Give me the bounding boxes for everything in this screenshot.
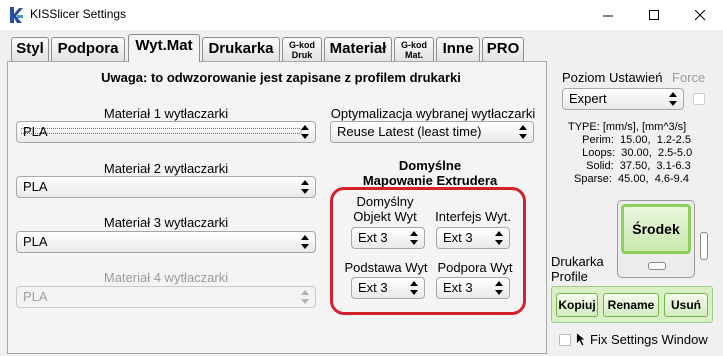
settings-level-label: Poziom Ustawień: [562, 70, 663, 85]
tab-gcode-druk[interactable]: G-kod Druk: [282, 37, 322, 61]
settings-level-value: Expert: [569, 91, 607, 106]
optimization-value: Reuse Latest (least time): [337, 124, 482, 139]
extruder3-value: PLA: [23, 234, 48, 249]
updown-arrows-icon: [410, 281, 418, 295]
extruder4-label: Materiał 4 wytłaczarki: [103, 270, 229, 285]
updown-arrows-icon: [669, 92, 677, 106]
extruder3-label: Materiał 3 wytłaczarki: [103, 215, 229, 230]
copy-button[interactable]: Kopiuj: [556, 293, 598, 317]
base-extruder-select[interactable]: Ext 3: [351, 277, 425, 299]
force-checkbox[interactable]: [693, 93, 705, 105]
tab-label: Drukarka: [208, 40, 274, 57]
support-extruder-value: Ext 3: [443, 280, 473, 295]
tab-inne[interactable]: Inne: [436, 37, 480, 61]
updown-arrows-icon: [410, 231, 418, 245]
extruder4-select: PLA: [16, 286, 316, 308]
tab-label: Styl: [16, 40, 44, 57]
object-extruder-select[interactable]: Ext 3: [351, 227, 425, 249]
base-extruder-label: Podstawa Wyt: [344, 260, 428, 275]
updown-arrows-icon: [301, 125, 309, 139]
tab-label: Inne: [442, 40, 474, 57]
tab-label-line2: Mat.: [405, 50, 423, 60]
tab-label-line2: Druk: [291, 50, 313, 60]
object-extruder-value: Ext 3: [358, 230, 388, 245]
stats-line: TYPE: [mm/s], [mm^3/s]: [568, 121, 687, 133]
tab-label: Materiał: [329, 40, 387, 57]
tab-styl[interactable]: Styl: [11, 37, 49, 61]
updown-arrows-icon: [495, 231, 503, 245]
extruder1-select[interactable]: PLA: [16, 121, 316, 143]
tab-drukarka[interactable]: Drukarka: [202, 37, 280, 61]
extruder2-value: PLA: [23, 179, 48, 194]
tab-label: Wyt.Mat: [135, 37, 193, 54]
force-label: Force: [672, 70, 706, 85]
interface-extruder-value: Ext 3: [443, 230, 473, 245]
tab-gcode-mat[interactable]: G-kod Mat.: [394, 37, 434, 61]
stats-line: Loops: 30.00, 2.5-5.0: [576, 147, 693, 159]
updown-arrows-icon: [495, 281, 503, 295]
updown-arrows-icon: [519, 125, 527, 139]
fix-settings-label: Fix Settings Window: [590, 332, 708, 347]
extruder1-value: PLA: [23, 124, 48, 139]
base-extruder-value: Ext 3: [358, 280, 388, 295]
mapping-title-line1: Domyślne: [398, 158, 462, 173]
stats-line: Perim: 15.00, 1.2-2.5: [576, 134, 691, 146]
tab-label-line1: G-kod: [289, 40, 315, 50]
profile-label-line2: Profile: [551, 269, 588, 284]
tab-material[interactable]: Materiał: [324, 37, 392, 61]
tab-label-line1: G-kod: [401, 40, 427, 50]
tab-wyt-mat[interactable]: Wyt.Mat: [128, 34, 200, 62]
support-extruder-label: Podpora Wyt: [437, 260, 513, 275]
arrow-cursor-icon: [576, 331, 587, 350]
minimize-button[interactable]: [585, 0, 631, 30]
tab-podpora[interactable]: Podpora: [51, 37, 125, 61]
speed-stats: TYPE: [mm/s], [mm^3/s] Perim: 15.00, 1.2…: [568, 121, 692, 186]
maximize-button[interactable]: [631, 0, 677, 30]
object-extruder-label-line1: Domyślny: [356, 194, 414, 209]
vertical-handle[interactable]: [700, 232, 708, 260]
updown-arrows-icon: [301, 290, 309, 304]
extruder4-value: PLA: [23, 289, 48, 304]
optimization-select[interactable]: Reuse Latest (least time): [330, 121, 534, 143]
stats-line: Solid: 37.50, 3.1-6.3: [580, 160, 691, 172]
optimization-label: Optymalizacja wybranej wytłaczarki: [330, 106, 536, 121]
center-handle[interactable]: [648, 262, 666, 270]
extruder1-label: Materiał 1 wytłaczarki: [103, 106, 229, 121]
center-button[interactable]: Środek: [621, 204, 691, 254]
extruder2-select[interactable]: PLA: [16, 176, 316, 198]
window-title: KISSlicer Settings: [30, 7, 127, 21]
notice-text: Uwaga: to odwzorowanie jest zapisane z p…: [101, 70, 461, 85]
title-bar: KISSlicer Settings: [0, 0, 723, 30]
object-extruder-label-line2: Objekt Wyt: [353, 209, 417, 224]
tab-label: Podpora: [57, 40, 119, 57]
settings-level-select[interactable]: Expert: [562, 88, 684, 110]
interface-extruder-label: Interfejs Wyt.: [435, 209, 511, 224]
updown-arrows-icon: [301, 235, 309, 249]
stats-line: Sparse: 45.00, 4.6-9.4: [574, 173, 689, 185]
extruder3-select[interactable]: PLA: [16, 231, 316, 253]
delete-button[interactable]: Usuń: [664, 293, 708, 317]
mapping-title-line2: Mapowanie Extrudera: [362, 173, 498, 187]
dotted-focus-icon: [21, 128, 302, 134]
fix-settings-checkbox[interactable]: [559, 334, 571, 346]
close-button[interactable]: [677, 0, 723, 30]
tab-label: PRO: [486, 40, 520, 57]
tab-pro[interactable]: PRO: [482, 37, 524, 61]
updown-arrows-icon: [301, 180, 309, 194]
interface-extruder-select[interactable]: Ext 3: [436, 227, 510, 249]
profile-label-line1: Drukarka: [551, 254, 604, 269]
rename-button[interactable]: Rename: [603, 293, 659, 317]
support-extruder-select[interactable]: Ext 3: [436, 277, 510, 299]
kisslicer-logo-icon: [8, 6, 24, 24]
extruder2-label: Materiał 2 wytłaczarki: [103, 161, 229, 176]
